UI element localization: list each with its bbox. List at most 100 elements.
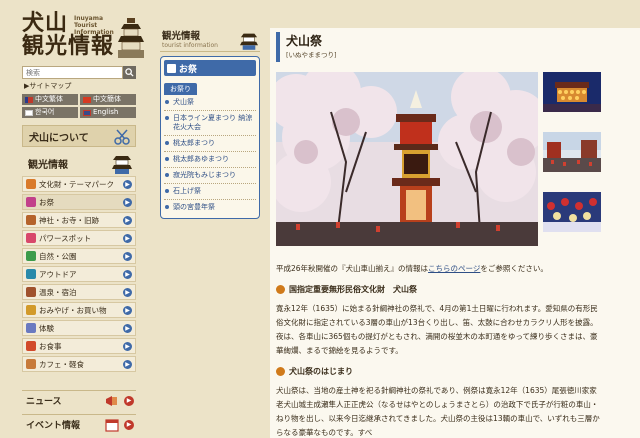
intro-link[interactable]: こちらのページ [428,264,480,273]
chevron-right-icon: ▶ [123,342,132,351]
intro-text: 平成26年秋開催の『犬山車山揃え』の情報はこちらのページをご参照ください。 [276,262,601,276]
nav-news[interactable]: ニュース ▶ [22,390,136,410]
intro-before: 平成26年秋開催の『犬山車山揃え』の情報は [276,264,429,273]
lang-label: 中文簡体 [93,95,121,103]
lang-en[interactable]: English [80,107,136,118]
building-icon [26,179,36,189]
nav-item-shopping[interactable]: おみやげ・お買い物 ▶ [22,302,136,318]
nav-news-label: ニュース [26,397,62,407]
onsen-icon [26,287,36,297]
chevron-right-icon: ▶ [123,180,132,189]
festival-category-tab: お祭り [164,83,197,95]
nav-item-label: アウトドア [39,269,77,279]
sub-header: 観光情報 tourist information [160,28,260,52]
photo-thumbnails [543,72,601,252]
boat-icon [26,269,36,279]
nav-events[interactable]: イベント情報 ▶ [22,414,136,434]
festival-icon [167,63,176,73]
nav-item-onsen[interactable]: 温泉・宿泊 ▶ [22,284,136,300]
sitemap-link[interactable]: ▶サイトマップ [24,81,71,91]
festival-link-inuyama[interactable]: 犬山祭 [164,95,256,111]
torii-icon [26,215,36,225]
chevron-right-icon: ▶ [123,288,132,297]
logo-english: Inuyama Tourist Information [74,15,114,36]
castle-small-icon [112,156,132,174]
nav-item-outdoor[interactable]: アウトドア ▶ [22,266,136,282]
page-header: 犬山祭 [いぬやままつり] [276,32,606,62]
lang-label: English [93,108,119,116]
festival-link-momotaro[interactable]: 桃太郎まつり [164,136,256,152]
nav-section-label: 観光情報 [28,160,68,171]
section-heading-1: 国指定重要無形民俗文化財 犬山祭 [276,284,601,295]
scissors-icon [114,129,130,145]
nav-about-inuyama[interactable]: 犬山について [22,125,136,147]
megaphone-icon [106,396,117,406]
lang-label: 한국어 [35,108,55,116]
section-heading-2-label: 犬山祭のはじまり [289,367,353,376]
bowl-icon [26,341,36,351]
nav-events-label: イベント情報 [26,421,81,431]
crowd-image [543,192,601,232]
nav-list: 文化財・テーマパーク ▶ お祭 ▶ 神社・お寺・旧跡 ▶ パワースポット ▶ 自然・公園… [22,176,136,374]
bullet-icon [276,367,285,376]
main-festival-photo [276,72,538,246]
search-bar [22,66,136,79]
thumbnail-crowd[interactable] [543,192,601,232]
festival-link-zunomiya[interactable]: 頭の宮豊年祭 [164,200,256,215]
lang-zh-cn[interactable]: 中文簡体 [80,94,136,105]
site-logo[interactable]: 犬山 観光情報 Inuyama Tourist Information [22,12,144,62]
sub-navigation: 観光情報 tourist information お祭 お祭り 犬山祭 日本ライ… [160,28,260,219]
nav-item-powerspot[interactable]: パワースポット ▶ [22,230,136,246]
lang-ko[interactable]: 한국어 [22,107,78,118]
chevron-right-icon: ▶ [123,306,132,315]
nav-item-culture[interactable]: 文化財・テーマパーク ▶ [22,176,136,192]
section-heading-2: 犬山祭のはじまり [276,366,601,377]
nav-item-experience[interactable]: 体験 ▶ [22,320,136,336]
language-switcher: 中文繁体 中文簡体 한국어 English [22,94,136,118]
festival-menu: お祭 お祭り 犬山祭 日本ライン夏まつり 納涼花火大会 桃太郎まつり 桃太郎あゆ… [160,56,260,219]
page-title: 犬山祭 [286,34,323,48]
search-icon [125,68,134,77]
sparkle-icon [26,233,36,243]
nav-item-label: お祭 [39,197,54,207]
search-button[interactable] [123,66,136,79]
nav-item-label: 自然・公園 [39,251,77,261]
uk-flag-icon [83,109,91,116]
chevron-right-icon: ▶ [124,396,134,406]
shopping-bag-icon [26,305,36,315]
festival-link-jakkoin[interactable]: 寂光院もみじまつり [164,168,256,184]
nav-item-label: パワースポット [39,233,92,243]
korea-flag-icon [25,109,33,116]
search-input[interactable] [22,66,123,79]
festival-link-momotaro-ayu[interactable]: 桃太郎あゆまつり [164,152,256,168]
chevron-right-icon: ▶ [123,324,132,333]
festival-menu-title: お祭 [164,60,256,76]
nav-item-label: 体験 [39,323,54,333]
main-content: 犬山祭 [いぬやままつり] 平成26年秋開催の『犬山車山揃え』の情報はこちらのペ… [270,28,640,438]
castle-small-icon [240,33,258,50]
nav-item-label: おみやげ・お買い物 [39,305,107,315]
thumbnail-castle-street[interactable] [543,132,601,172]
thumbnail-night-float[interactable] [543,72,601,112]
castle-street-image [543,132,601,172]
night-float-image [543,72,601,112]
nav-item-label: 神社・お寺・旧跡 [39,215,99,225]
left-sidebar: 犬山 観光情報 Inuyama Tourist Information ▶サイト… [0,0,148,438]
section-heading-1-label: 国指定重要無形民俗文化財 犬山祭 [289,285,417,294]
nav-item-cafe[interactable]: カフェ・軽食 ▶ [22,356,136,372]
lang-zh-tw[interactable]: 中文繁体 [22,94,78,105]
festival-link-ishiage[interactable]: 石上げ祭 [164,184,256,200]
nav-item-nature[interactable]: 自然・公園 ▶ [22,248,136,264]
chevron-right-icon: ▶ [123,270,132,279]
calendar-icon [105,419,119,432]
castle-icon [118,18,144,58]
nav-item-festival[interactable]: お祭 ▶ [22,194,136,210]
nav-item-food[interactable]: お食事 ▶ [22,338,136,354]
tree-icon [26,251,36,261]
festival-icon [26,197,36,207]
hand-icon [26,323,36,333]
festival-link-nihonline[interactable]: 日本ライン夏まつり 納涼花火大会 [164,111,256,136]
nav-item-label: 文化財・テーマパーク [39,179,114,189]
nav-item-shrine[interactable]: 神社・お寺・旧跡 ▶ [22,212,136,228]
page-title-reading: [いぬやままつり] [286,51,337,59]
